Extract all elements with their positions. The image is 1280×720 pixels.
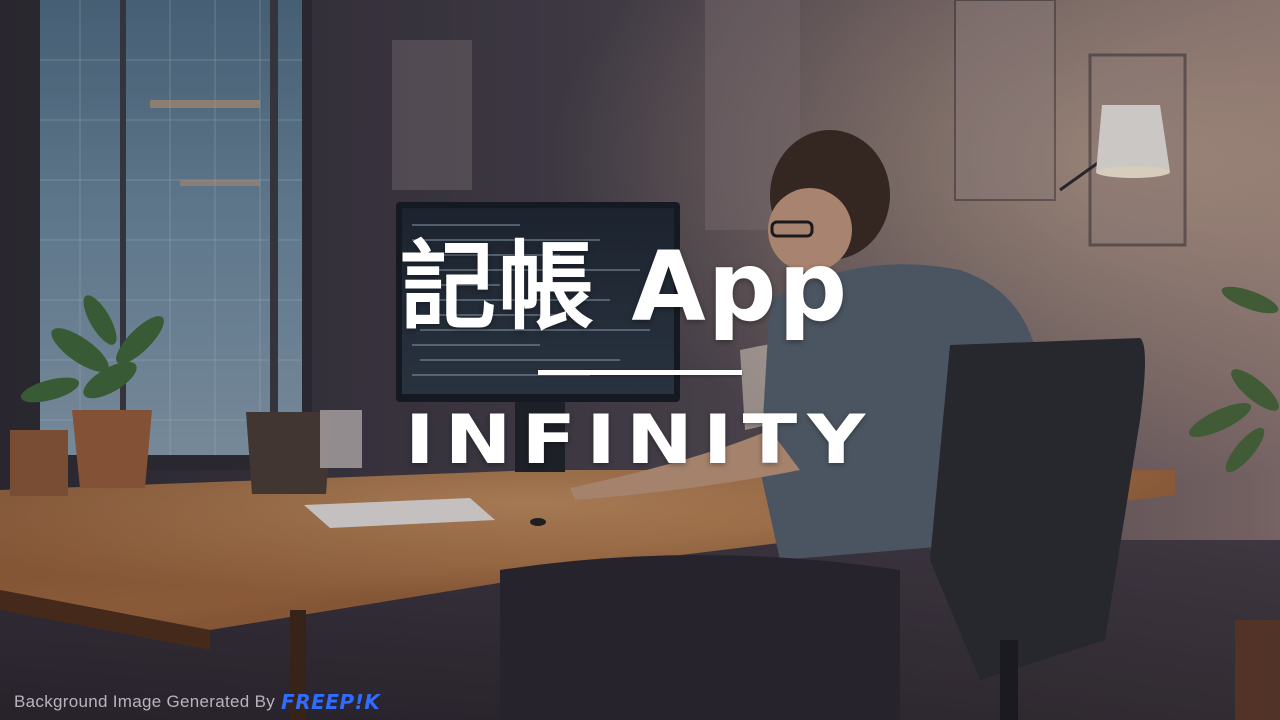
title-divider [538, 370, 742, 375]
freepik-logo: FREEP!K [281, 690, 381, 714]
background-illustration [0, 0, 1280, 720]
credit-text: Background Image Generated By [14, 692, 276, 711]
slide-title: 記帳 App [400, 231, 850, 343]
image-credit: Background Image Generated By FREEP!K [14, 690, 380, 714]
slide-subtitle: INFINITY [404, 400, 876, 480]
